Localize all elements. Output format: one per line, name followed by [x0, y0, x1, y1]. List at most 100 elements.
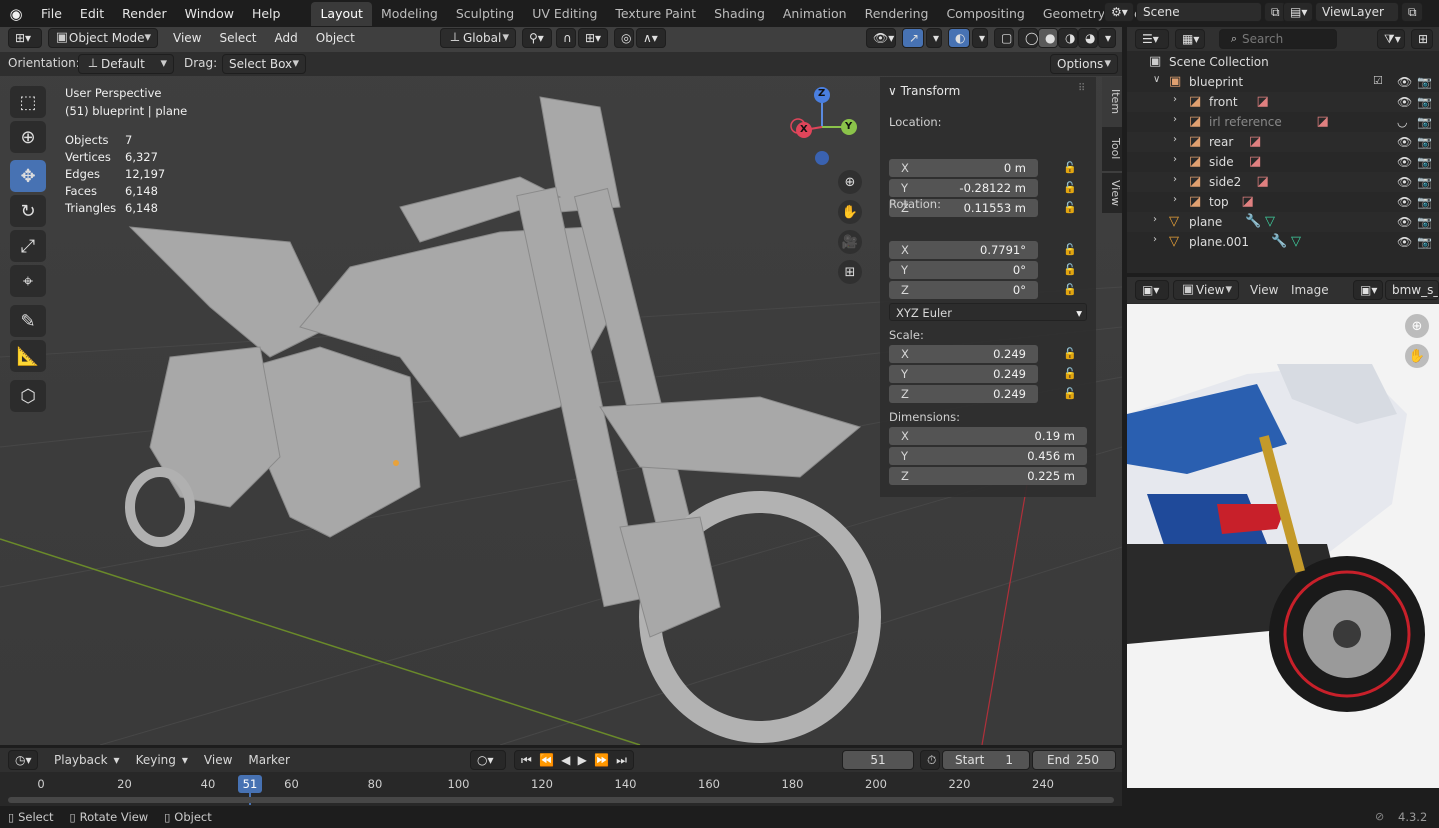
tab-sculpting[interactable]: Sculpting: [447, 2, 523, 26]
chevron-right-icon[interactable]: ›: [1153, 234, 1157, 245]
mesh-data-icon[interactable]: ▽: [1291, 234, 1301, 249]
pan-hand-icon[interactable]: ✋: [1405, 344, 1429, 368]
outliner-item[interactable]: › ◪ top ◪ 👁 📷: [1127, 192, 1439, 212]
annotate-tool-icon[interactable]: ✎: [10, 305, 46, 337]
lock-icon[interactable]: 🔓: [1063, 201, 1077, 215]
lock-icon[interactable]: 🔓: [1063, 367, 1077, 381]
rotation-mode-dropdown[interactable]: XYZ Euler ▾: [889, 303, 1087, 321]
camera-icon[interactable]: 📷: [1417, 95, 1432, 109]
add-cube-tool-icon[interactable]: ⬡: [10, 380, 46, 412]
scale-z-field[interactable]: Z 0.249: [889, 385, 1038, 403]
overlays-dropdown-icon[interactable]: ▾: [972, 28, 988, 48]
modifier-wrench-icon[interactable]: 🔧: [1245, 214, 1261, 229]
tab-modeling[interactable]: Modeling: [372, 2, 447, 26]
solid-shading-icon[interactable]: ●: [1038, 28, 1058, 48]
chevron-right-icon[interactable]: ›: [1173, 194, 1177, 205]
next-keyframe-icon[interactable]: ⏩: [594, 751, 609, 769]
cursor-tool-icon[interactable]: ⊕: [10, 121, 46, 153]
editor-type-icon[interactable]: ◷▾: [8, 750, 38, 770]
tab-tool[interactable]: Tool: [1102, 127, 1122, 171]
image-data-icon[interactable]: ◪: [1257, 94, 1269, 109]
eye-icon[interactable]: 👁: [1397, 235, 1412, 249]
menu-window[interactable]: Window: [176, 2, 243, 26]
eye-icon[interactable]: 👁: [1397, 215, 1412, 229]
eye-icon[interactable]: 👁: [1397, 195, 1412, 209]
proportional-edit-icon[interactable]: ◎: [614, 28, 634, 48]
viewport-menu-view[interactable]: View: [164, 28, 210, 48]
jump-start-icon[interactable]: ⏮: [521, 751, 532, 769]
rotation-y-field[interactable]: Y 0°: [889, 261, 1038, 279]
tab-view[interactable]: View: [1102, 173, 1122, 213]
lock-icon[interactable]: 🔓: [1063, 263, 1077, 277]
tab-uv-editing[interactable]: UV Editing: [523, 2, 606, 26]
chevron-right-icon[interactable]: ›: [1173, 134, 1177, 145]
image-data-icon[interactable]: ◪: [1249, 134, 1261, 149]
outliner-item[interactable]: › ◪ front ◪ 👁 📷: [1127, 92, 1439, 112]
menu-file[interactable]: File: [32, 2, 71, 26]
current-frame-field[interactable]: 51: [842, 750, 914, 770]
image-view-menu[interactable]: View: [1250, 283, 1278, 297]
camera-icon[interactable]: 📷: [1417, 75, 1432, 89]
lock-icon[interactable]: 🔓: [1063, 243, 1077, 257]
camera-icon[interactable]: 📷: [1417, 235, 1432, 249]
viewport-menu-add[interactable]: Add: [266, 28, 307, 48]
scene-selector[interactable]: ⚙▾ Scene ⧉ ✕: [1104, 2, 1310, 22]
lock-icon[interactable]: 🔓: [1063, 387, 1077, 401]
drag-handle-icon[interactable]: ⠿: [1078, 83, 1085, 94]
perspective-toggle-icon[interactable]: ⊞: [838, 260, 862, 284]
transform-orientation[interactable]: ⟂ Global ▾: [440, 28, 516, 48]
chevron-right-icon[interactable]: ›: [1173, 154, 1177, 165]
blender-logo-icon[interactable]: ◉: [0, 5, 32, 23]
image-name-field[interactable]: bmw_s_1(: [1385, 280, 1439, 300]
scene-icon[interactable]: ⚙▾: [1104, 2, 1134, 22]
viewlayer-icon[interactable]: ▤▾: [1283, 2, 1313, 22]
falloff-icon[interactable]: ∧▾: [636, 28, 666, 48]
tab-compositing[interactable]: Compositing: [937, 2, 1033, 26]
snap-target-icon[interactable]: ⊞▾: [578, 28, 608, 48]
camera-icon[interactable]: 📷: [1417, 115, 1432, 129]
gizmo-toggle-icon[interactable]: ↗: [902, 28, 924, 48]
tab-animation[interactable]: Animation: [774, 2, 856, 26]
3d-viewport[interactable]: ⊞▾ ▣ Object Mode ▾ View Select Add Object ⟂…: [0, 27, 1122, 745]
timeline-menu-keying[interactable]: Keying ▾: [128, 750, 196, 770]
orientation-dropdown[interactable]: ⟂ Default ▾: [78, 54, 174, 74]
scene-collection-row[interactable]: ▣ Scene Collection: [1127, 52, 1439, 72]
reference-image[interactable]: ⊕ ✋: [1127, 304, 1439, 788]
scene-name[interactable]: Scene: [1136, 2, 1262, 22]
eye-icon[interactable]: 👁: [1397, 75, 1412, 89]
camera-icon[interactable]: 📷: [1417, 155, 1432, 169]
image-menu[interactable]: Image: [1291, 283, 1329, 297]
transform-header[interactable]: ∨ Transform: [888, 84, 960, 98]
eye-icon[interactable]: 👁: [1397, 155, 1412, 169]
dimensions-y-field[interactable]: Y 0.456 m: [889, 447, 1087, 465]
drag-dropdown[interactable]: Select Box ▾: [222, 54, 306, 74]
editor-type-icon[interactable]: ☰▾: [1135, 29, 1169, 49]
mesh-data-icon[interactable]: ▽: [1265, 214, 1275, 229]
filter-icon[interactable]: ⧩▾: [1377, 29, 1405, 49]
camera-view-icon[interactable]: 🎥: [838, 230, 862, 254]
start-frame-field[interactable]: Start 1: [942, 750, 1030, 770]
timeline-menu-view[interactable]: View: [196, 750, 240, 770]
scale-tool-icon[interactable]: ⤢: [10, 230, 46, 262]
overlays-toggle-icon[interactable]: ◐: [948, 28, 970, 48]
modifier-wrench-icon[interactable]: 🔧: [1271, 234, 1287, 249]
image-data-icon[interactable]: ◪: [1242, 194, 1254, 209]
timeline-scrollbar[interactable]: [8, 797, 1114, 803]
rendered-shading-icon[interactable]: ◕: [1078, 28, 1098, 48]
scale-y-field[interactable]: Y 0.249: [889, 365, 1038, 383]
chevron-right-icon[interactable]: ›: [1173, 174, 1177, 185]
eye-icon[interactable]: 👁: [1397, 175, 1412, 189]
outliner-item[interactable]: › ◪ irl reference ◪ ◡ 📷: [1127, 112, 1439, 132]
search-input[interactable]: ⌕ Search: [1219, 29, 1337, 49]
view-mode-dropdown[interactable]: ▣ View ▾: [1173, 280, 1239, 300]
menu-render[interactable]: Render: [113, 2, 176, 26]
tab-shading[interactable]: Shading: [705, 2, 774, 26]
viewport-menu-object[interactable]: Object: [307, 28, 364, 48]
menu-edit[interactable]: Edit: [71, 2, 113, 26]
checkbox-icon[interactable]: ☑: [1373, 74, 1383, 87]
play-icon[interactable]: ▶: [578, 751, 587, 769]
play-reverse-icon[interactable]: ◀: [561, 751, 570, 769]
xray-icon[interactable]: ▢: [994, 28, 1014, 48]
measure-tool-icon[interactable]: 📐: [10, 340, 46, 372]
prev-keyframe-icon[interactable]: ⏪: [539, 751, 554, 769]
